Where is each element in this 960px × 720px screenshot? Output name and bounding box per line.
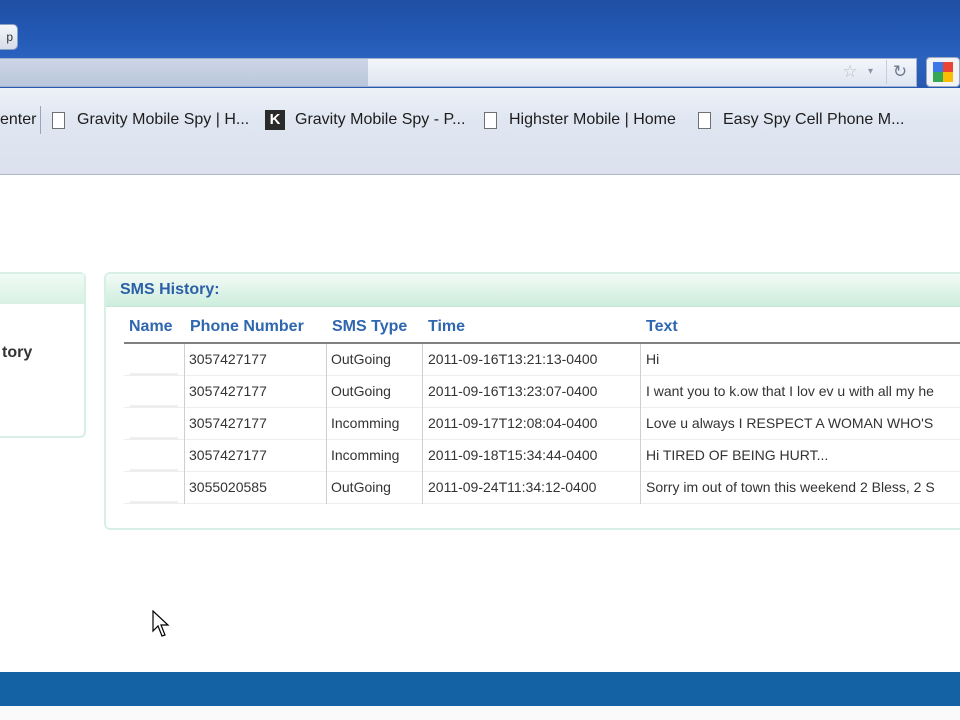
column-header-phone-number[interactable]: Phone Number	[190, 318, 304, 336]
page-icon	[484, 111, 497, 129]
page-icon	[52, 111, 65, 129]
text-cell: Hi	[646, 351, 660, 367]
phone-cell: 3057427177	[189, 415, 267, 431]
column-divider	[422, 344, 423, 504]
bookmark-item-3[interactable]: Highster Mobile | Home	[484, 106, 676, 134]
time-cell: 2011-09-18T15:34:44-0400	[428, 447, 598, 463]
table-row[interactable]: 3057427177 Incomming 2011-09-18T15:34:44…	[124, 440, 960, 472]
text-cell: Love u always I RESPECT A WOMAN WHO'S	[646, 415, 934, 431]
phone-cell: 3057427177	[189, 351, 267, 367]
column-header-time[interactable]: Time	[428, 318, 465, 336]
sms-history-title: SMS History:	[120, 281, 220, 298]
name-cell	[130, 373, 178, 375]
footer-strip	[0, 706, 960, 720]
text-cell: Sorry im out of town this weekend 2 Bles…	[646, 479, 935, 495]
column-header-sms-type[interactable]: SMS Type	[332, 318, 407, 336]
browser-titlebar	[0, 0, 960, 58]
name-cell	[130, 437, 178, 439]
sms-type-cell: OutGoing	[331, 351, 391, 367]
sms-type-cell: Incomming	[331, 415, 400, 431]
column-header-name[interactable]: Name	[129, 318, 173, 336]
address-bar[interactable]	[0, 58, 917, 87]
column-header-text[interactable]: Text	[646, 318, 678, 336]
left-panel-header	[0, 274, 84, 304]
address-bar-url-area[interactable]	[0, 59, 368, 86]
time-cell: 2011-09-17T12:08:04-0400	[428, 415, 598, 431]
bookmark-label: Gravity Mobile Spy - P...	[295, 111, 466, 128]
name-cell	[130, 405, 178, 407]
menu-item-history[interactable]: tory	[2, 344, 32, 362]
time-cell: 2011-09-16T13:23:07-0400	[428, 383, 598, 399]
column-divider	[326, 344, 327, 504]
bookmark-item-4[interactable]: Easy Spy Cell Phone M...	[698, 106, 904, 134]
page-icon	[698, 111, 711, 129]
bookmark-label: Highster Mobile | Home	[509, 111, 676, 128]
table-row[interactable]: 3057427177 OutGoing 2011-09-16T13:23:07-…	[124, 376, 960, 408]
table-row[interactable]: 3057427177 Incomming 2011-09-17T12:08:04…	[124, 408, 960, 440]
phone-cell: 3057427177	[189, 447, 267, 463]
sms-panel-header	[106, 274, 960, 307]
text-cell: Hi TIRED OF BEING HURT...	[646, 447, 829, 463]
text-cell: I want you to k.ow that I lov ev u with …	[646, 383, 934, 399]
bookmark-item-0[interactable]: enter	[0, 106, 36, 134]
left-menu-panel: tory	[0, 272, 86, 438]
google-icon	[933, 62, 953, 82]
time-cell: 2011-09-24T11:34:12-0400	[428, 479, 597, 495]
reload-icon[interactable]: ↻	[886, 60, 913, 84]
phone-cell: 3057427177	[189, 383, 267, 399]
bookmark-item-2[interactable]: K Gravity Mobile Spy - P...	[265, 106, 465, 134]
star-icon[interactable]: ☆	[840, 62, 860, 82]
sms-type-cell: OutGoing	[331, 383, 391, 399]
column-divider	[184, 344, 185, 504]
phone-cell: 3055020585	[189, 479, 267, 495]
name-cell	[130, 469, 178, 471]
bookmark-separator	[40, 106, 41, 134]
chevron-down-icon[interactable]: ▾	[868, 62, 878, 82]
mouse-cursor-icon	[152, 610, 170, 637]
column-divider	[640, 344, 641, 504]
sms-type-cell: OutGoing	[331, 479, 391, 495]
browser-tab[interactable]: p	[0, 24, 18, 50]
table-row[interactable]: 3055020585 OutGoing 2011-09-24T11:34:12-…	[124, 472, 960, 504]
k-icon: K	[265, 110, 285, 130]
bookmark-label: enter	[0, 111, 37, 128]
bookmark-item-1[interactable]: Gravity Mobile Spy | H...	[52, 106, 249, 134]
tab-label: p	[6, 30, 13, 44]
table-row[interactable]: 3057427177 OutGoing 2011-09-16T13:21:13-…	[124, 344, 960, 376]
footer-bar	[0, 672, 960, 706]
bookmark-label: Easy Spy Cell Phone M...	[723, 111, 905, 128]
sms-type-cell: Incomming	[331, 447, 400, 463]
google-toolbar-button[interactable]	[926, 57, 960, 87]
name-cell	[130, 501, 178, 503]
time-cell: 2011-09-16T13:21:13-0400	[428, 351, 598, 367]
bookmark-label: Gravity Mobile Spy | H...	[77, 111, 250, 128]
